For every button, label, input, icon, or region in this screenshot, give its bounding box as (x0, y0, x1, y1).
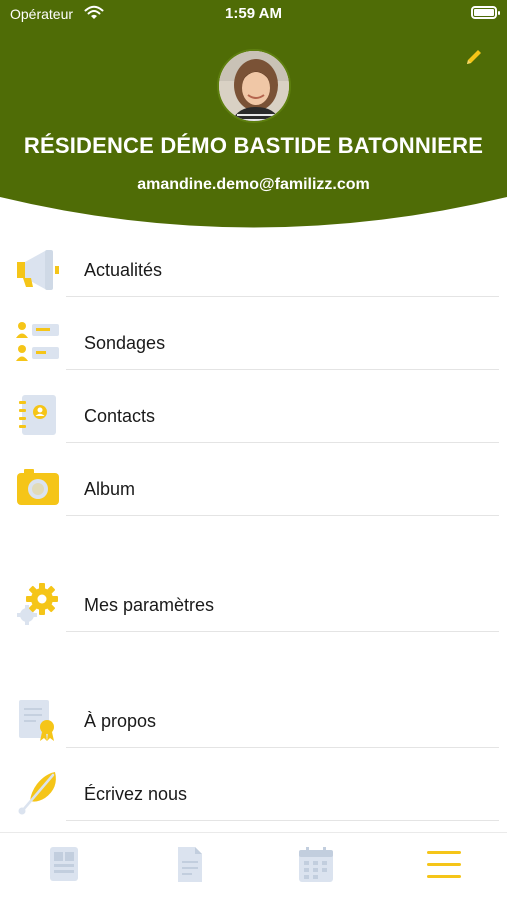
pencil-icon[interactable] (463, 46, 485, 68)
menu-item-news[interactable]: Actualités (0, 234, 507, 308)
menu-label-write-us: Écrivez nous (84, 784, 188, 804)
menu-label-about: À propos (84, 711, 157, 731)
clock: 1:59 AM (225, 5, 282, 22)
divider (66, 296, 499, 297)
menu-icon (427, 851, 461, 878)
profile-header: Opérateur 1:59 AM RÉSIDENCE DÉMO BASTIDE… (0, 0, 507, 240)
megaphone-icon (17, 250, 59, 290)
menu-label-news: Actualités (84, 260, 163, 280)
menu-item-polls[interactable]: Sondages (0, 307, 507, 381)
menu-label-polls: Sondages (84, 333, 166, 353)
divider (66, 820, 499, 821)
status-bar: Opérateur 1:59 AM (0, 0, 507, 28)
poll-list-icon (16, 322, 59, 361)
camera-icon (17, 469, 59, 505)
tab-menu[interactable] (380, 833, 506, 900)
menu-label-album: Album (84, 479, 136, 499)
gear-icon (17, 583, 58, 625)
tab-bar (0, 832, 507, 900)
battery-icon (471, 6, 500, 19)
menu-label-contacts: Contacts (84, 406, 156, 426)
avatar[interactable] (217, 49, 291, 123)
menu-item-contacts[interactable]: Contacts (0, 380, 507, 454)
calendar-icon (299, 847, 333, 882)
divider (66, 369, 499, 370)
divider (66, 515, 499, 516)
menu-item-album[interactable]: Album (0, 453, 507, 527)
tab-calendar[interactable] (253, 833, 379, 900)
address-book-icon (19, 395, 56, 435)
feather-pen-icon (18, 772, 56, 815)
menu-label-settings: Mes paramètres (84, 595, 215, 615)
document-icon (178, 847, 202, 882)
menu-item-about[interactable]: À propos (0, 685, 507, 759)
menu-item-settings[interactable]: Mes paramètres (0, 569, 507, 643)
certificate-icon (19, 700, 54, 741)
tab-documents[interactable] (126, 833, 252, 900)
menu-item-write-us[interactable]: Écrivez nous (0, 758, 507, 832)
residence-name: RÉSIDENCE DÉMO BASTIDE BATONNIERE (23, 133, 484, 158)
divider (66, 747, 499, 748)
divider (66, 631, 499, 632)
tab-dashboard[interactable] (0, 833, 126, 900)
user-email: amandine.demo@familizz.com (137, 176, 370, 193)
divider (66, 442, 499, 443)
dashboard-icon (50, 847, 78, 881)
